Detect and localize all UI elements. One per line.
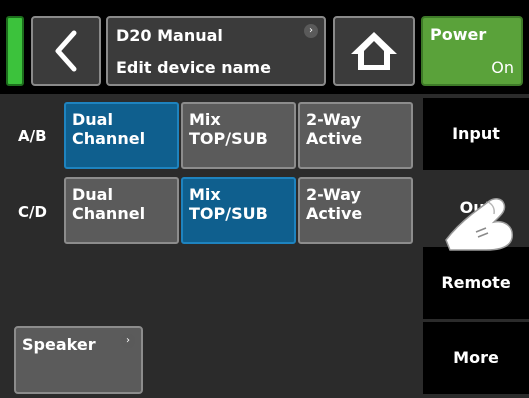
- mode-label: Mix: [189, 110, 221, 129]
- mode-label: Dual: [72, 110, 113, 129]
- device-name: D20 Manual: [116, 26, 223, 45]
- power-button[interactable]: Power On: [421, 16, 523, 86]
- cd-dual-channel-button[interactable]: Dual Channel: [64, 177, 179, 244]
- mode-label: Active: [306, 129, 363, 148]
- mode-label: Mix: [189, 185, 221, 204]
- mode-label: 2-Way: [306, 185, 361, 204]
- tab-remote[interactable]: Remote: [423, 247, 529, 319]
- cd-2-way-active-button[interactable]: 2-Way Active: [298, 177, 413, 244]
- channel-cd-label: C/D: [18, 203, 47, 221]
- home-button[interactable]: [333, 16, 415, 86]
- info-arrow-icon: ›: [304, 24, 318, 38]
- mode-label: Dual: [72, 185, 113, 204]
- mode-label: Channel: [72, 129, 146, 148]
- power-label: Power: [430, 25, 487, 44]
- tab-more[interactable]: More: [423, 322, 529, 394]
- ab-2-way-active-button[interactable]: 2-Way Active: [298, 102, 413, 169]
- ab-mix-top-sub-button[interactable]: Mix TOP/SUB: [181, 102, 296, 169]
- mode-label: Active: [306, 204, 363, 223]
- mode-label: TOP/SUB: [189, 129, 268, 148]
- device-screen: D20 Manual Edit device name › Power On A…: [0, 0, 529, 398]
- touch-pointer-icon: [445, 198, 513, 251]
- home-icon: [351, 32, 397, 70]
- mode-label: 2-Way: [306, 110, 361, 129]
- channel-ab-label: A/B: [18, 127, 47, 145]
- power-state: On: [491, 58, 514, 77]
- device-name-hint: Edit device name: [116, 58, 271, 77]
- info-arrow-icon: ›: [121, 334, 135, 348]
- status-led: [6, 16, 24, 86]
- ab-dual-channel-button[interactable]: Dual Channel: [64, 102, 179, 169]
- mode-label: TOP/SUB: [189, 204, 268, 223]
- top-bar: D20 Manual Edit device name › Power On: [0, 0, 529, 94]
- device-name-button[interactable]: D20 Manual Edit device name ›: [106, 16, 326, 86]
- tab-input[interactable]: Input: [423, 98, 529, 170]
- cd-mix-top-sub-button[interactable]: Mix TOP/SUB: [181, 177, 296, 244]
- mode-label: Channel: [72, 204, 146, 223]
- chevron-left-icon: [55, 30, 77, 72]
- back-button[interactable]: [31, 16, 101, 86]
- speaker-label: Speaker: [22, 335, 96, 354]
- speaker-button[interactable]: Speaker ›: [14, 326, 143, 394]
